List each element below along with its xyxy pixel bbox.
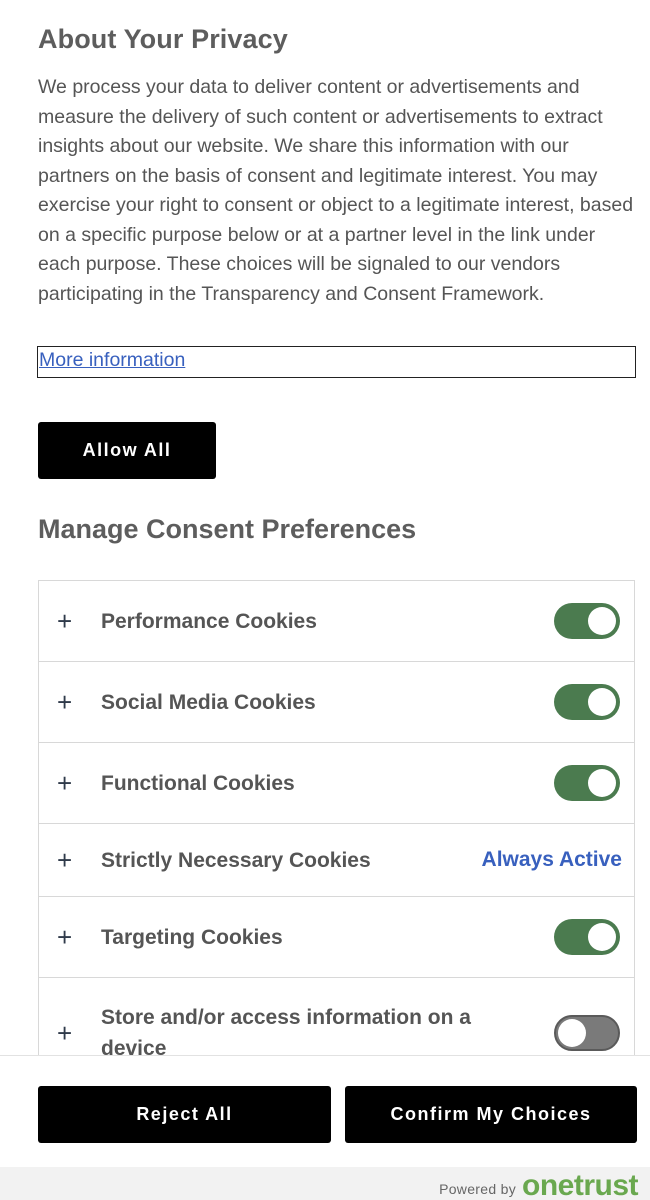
- targeting-cookies-toggle[interactable]: [554, 919, 620, 955]
- functional-cookies-toggle[interactable]: [554, 765, 620, 801]
- plus-icon[interactable]: +: [57, 847, 72, 873]
- plus-icon[interactable]: +: [57, 1020, 72, 1046]
- toggle-knob: [588, 688, 616, 716]
- toggle-knob: [588, 923, 616, 951]
- category-label: Store and/or access information on a dev…: [101, 1006, 471, 1055]
- toggle-knob: [558, 1019, 586, 1047]
- category-row-targeting[interactable]: + Targeting Cookies: [38, 896, 635, 977]
- always-active-status: Always Active: [481, 848, 622, 871]
- onetrust-logo: onetrust: [522, 1169, 639, 1200]
- category-row-functional[interactable]: + Functional Cookies: [38, 742, 635, 823]
- toggle-knob: [588, 769, 616, 797]
- footer-bar: Reject All Confirm My Choices Powered by…: [0, 1055, 650, 1200]
- category-row-store-access-device[interactable]: + Store and/or access information on a d…: [38, 977, 635, 1055]
- category-label: Strictly Necessary Cookies: [101, 848, 371, 872]
- category-label: Targeting Cookies: [101, 925, 283, 949]
- plus-icon[interactable]: +: [57, 770, 72, 796]
- store-access-device-toggle[interactable]: [554, 1015, 620, 1051]
- category-row-performance[interactable]: + Performance Cookies: [38, 580, 635, 661]
- powered-by-bar: Powered by onetrust: [0, 1167, 650, 1200]
- category-label: Social Media Cookies: [101, 690, 316, 714]
- plus-icon[interactable]: +: [57, 689, 72, 715]
- more-information-link[interactable]: More information: [39, 349, 185, 371]
- reject-all-button[interactable]: Reject All: [38, 1086, 331, 1143]
- more-information-focus-box: More information: [37, 346, 636, 378]
- manage-consent-title: Manage Consent Preferences: [38, 514, 417, 544]
- privacy-description: We process your data to deliver content …: [38, 76, 634, 305]
- privacy-title: About Your Privacy: [38, 24, 288, 54]
- performance-cookies-toggle[interactable]: [554, 603, 620, 639]
- confirm-my-choices-button[interactable]: Confirm My Choices: [345, 1086, 637, 1143]
- toggle-knob: [588, 607, 616, 635]
- powered-by-text: Powered by: [439, 1181, 516, 1197]
- category-label: Functional Cookies: [101, 771, 295, 795]
- consent-category-list: + Performance Cookies + Social Media Coo…: [38, 580, 635, 1055]
- preference-center-content[interactable]: About Your Privacy We process your data …: [0, 0, 650, 1055]
- category-row-social-media[interactable]: + Social Media Cookies: [38, 661, 635, 742]
- allow-all-button[interactable]: Allow All: [38, 422, 216, 479]
- category-row-strictly-necessary[interactable]: + Strictly Necessary Cookies Always Acti…: [38, 823, 635, 896]
- category-label: Performance Cookies: [101, 609, 317, 633]
- plus-icon[interactable]: +: [57, 608, 72, 634]
- social-media-cookies-toggle[interactable]: [554, 684, 620, 720]
- powered-by-onetrust[interactable]: Powered by onetrust: [439, 1167, 638, 1200]
- plus-icon[interactable]: +: [57, 924, 72, 950]
